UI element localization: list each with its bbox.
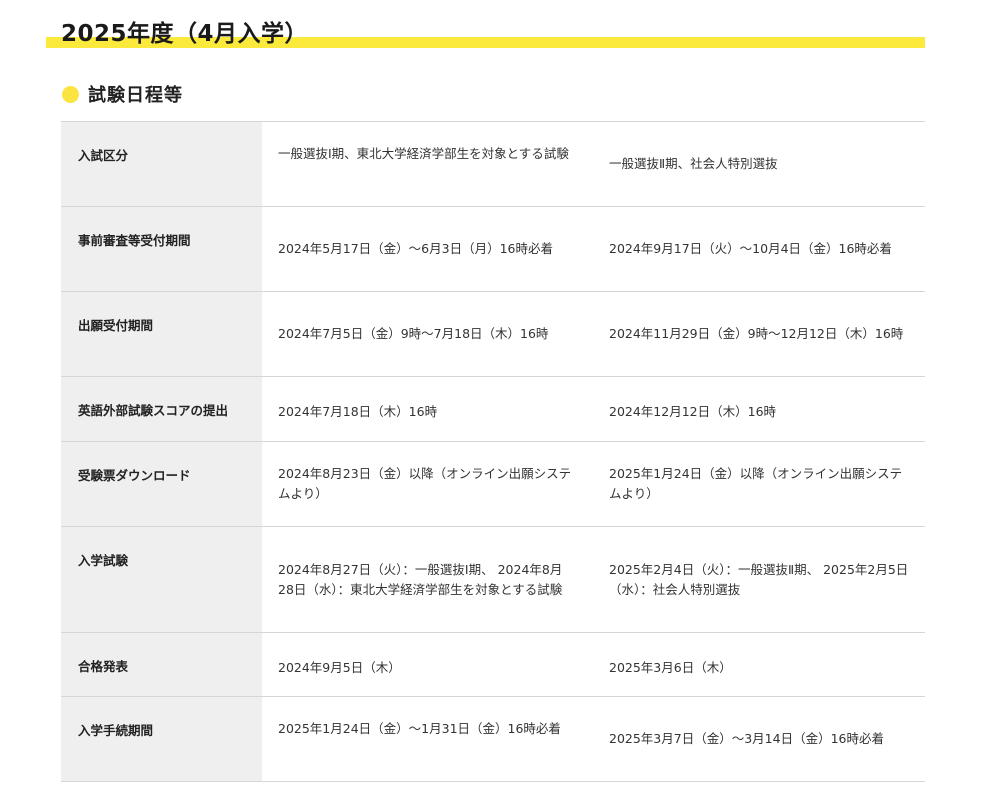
table-row: 入学手続期間 2025年1月24日（金）～1月31日（金）16時必着 2025年… [61,696,925,782]
row-label-entrance-exam: 入学試験 [61,526,262,633]
cell-first-period: 2024年7月5日（金）9時～7月18日（木）16時 [278,326,549,341]
cell-second-period: 2025年2月4日（火）：一般選抜Ⅱ期、 2025年2月5日（水）：社会人特別選… [609,561,909,597]
table-row: 事前審査等受付期間 2024年5月17日（金）～6月3日（月）16時必着 202… [61,206,925,292]
row-label-exam-category: 入試区分 [61,121,262,207]
cell-second-period: 2025年3月7日（金）～3月14日（金）16時必着 [609,731,884,746]
cell-first-period: 2024年5月17日（金）～6月3日（月）16時必着 [278,241,553,256]
cell-second-period: 一般選抜Ⅱ期、社会人特別選抜 [609,156,778,171]
page-heading: 2025年度（4月入学） [46,16,925,52]
cell-first-period: 2024年8月27日（火）：一般選抜Ⅰ期、 2024年8月28日（水）：東北大学… [278,561,563,597]
table-row: 入試区分 一般選抜Ⅰ期、東北大学経済学部生を対象とする試験 一般選抜Ⅱ期、社会人… [61,121,925,207]
table-row: 英語外部試験スコアの提出 2024年7月18日（木）16時 2024年12月12… [61,376,925,442]
cell-second-period: 2025年3月6日（木） [609,659,732,675]
section-title: 試験日程等 [88,85,183,106]
page-title: 2025年度（4月入学） [61,21,309,47]
cell-second-period: 2024年11月29日（金）9時～12月12日（木）16時 [609,326,904,341]
table-row: 入学試験 2024年8月27日（火）：一般選抜Ⅰ期、 2024年8月28日（水）… [61,526,925,633]
circle-bullet-icon [62,85,79,103]
row-label-result-announcement: 合格発表 [61,632,262,697]
row-label-enrollment-procedure-period: 入学手続期間 [61,696,262,782]
cell-second-period: 2024年12月12日（木）16時 [609,404,777,419]
cell-first-period: 2025年1月24日（金）～1月31日（金）16時必着 [278,721,561,736]
cell-first-period: 2024年7月18日（木）16時 [278,404,438,419]
exam-schedule-table: 入試区分 一般選抜Ⅰ期、東北大学経済学部生を対象とする試験 一般選抜Ⅱ期、社会人… [61,121,925,782]
table-row: 合格発表 2024年9月5日（木） 2025年3月6日（木） [61,632,925,697]
cell-first-period: 一般選抜Ⅰ期、東北大学経済学部生を対象とする試験 [278,146,569,161]
cell-first-period: 2024年9月5日（木） [278,659,401,675]
cell-second-period: 2025年1月24日（金）以降（オンライン出願システムより） [609,466,903,501]
cell-first-period: 2024年8月23日（金）以降（オンライン出願システムより） [278,466,572,501]
table-row: 受験票ダウンロード 2024年8月23日（金）以降（オンライン出願システムより）… [61,441,925,527]
row-label-admission-ticket-download: 受験票ダウンロード [61,441,262,527]
section-heading: 試験日程等 [62,80,183,108]
row-label-pre-screening-period: 事前審査等受付期間 [61,206,262,292]
row-label-application-period: 出願受付期間 [61,291,262,377]
cell-second-period: 2024年9月17日（火）～10月4日（金）16時必着 [609,241,892,256]
row-label-english-score-submission: 英語外部試験スコアの提出 [61,376,262,442]
table-row: 出願受付期間 2024年7月5日（金）9時～7月18日（木）16時 2024年1… [61,291,925,377]
